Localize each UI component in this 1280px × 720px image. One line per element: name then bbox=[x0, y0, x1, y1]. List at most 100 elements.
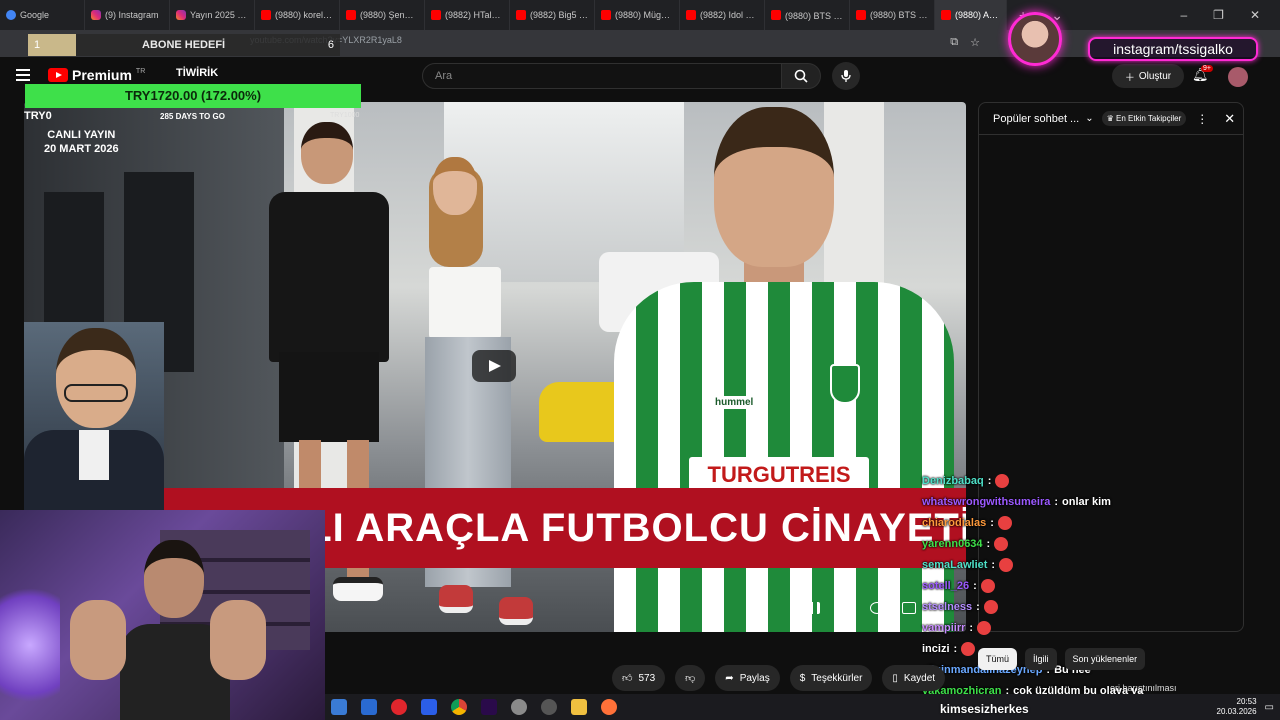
restore-icon[interactable]: ❐ bbox=[1213, 8, 1224, 22]
chat-scrollbar[interactable] bbox=[1237, 139, 1241, 629]
start-icon[interactable] bbox=[331, 699, 347, 715]
browser-tab[interactable]: (9880) Müge Ar bbox=[595, 0, 680, 30]
chat-message: whatswrongwithsumeira: onlar kim bbox=[922, 491, 1182, 512]
chat-message: sotell_26: bbox=[922, 575, 1182, 596]
browser-tab[interactable]: (9) Instagram bbox=[85, 0, 170, 30]
chat-username[interactable]: chiarodialas bbox=[922, 517, 986, 529]
app-icon[interactable] bbox=[421, 699, 437, 715]
tab-label: (9882) HTalks - bbox=[445, 10, 503, 20]
emoji-sticker-icon bbox=[997, 515, 1012, 530]
instagram-favicon-icon bbox=[91, 10, 101, 20]
share-button[interactable]: ➦ Paylaş bbox=[715, 665, 780, 691]
streamer-avatar-overlay bbox=[1008, 12, 1062, 66]
like-button[interactable]: 👍︎ 573 bbox=[612, 665, 666, 691]
thanks-button[interactable]: $ Teşekkürler bbox=[789, 665, 873, 691]
minimize-icon[interactable]: – bbox=[1180, 8, 1187, 22]
bookmark-star-icon[interactable]: ☆ bbox=[970, 36, 980, 49]
share-icon: ➦ bbox=[725, 672, 734, 684]
browser-tab[interactable]: (9880) koreli kel bbox=[255, 0, 340, 30]
search-input[interactable]: Ara bbox=[422, 63, 782, 89]
browser-tab[interactable]: (9882) Big5 Türk bbox=[510, 0, 595, 30]
browser-tab[interactable]: Yayın 2025 • Inst bbox=[170, 0, 255, 30]
chat-separator: : bbox=[973, 579, 977, 592]
app-icon[interactable] bbox=[511, 699, 527, 715]
outlook-icon[interactable] bbox=[361, 699, 377, 715]
chat-username[interactable]: sotell_26 bbox=[922, 580, 969, 592]
player-controls bbox=[810, 602, 916, 614]
chat-username[interactable]: incizi bbox=[922, 643, 950, 655]
tab-label: (9882) Big5 Türk bbox=[530, 10, 588, 20]
install-app-icon[interactable]: ⧉ bbox=[950, 36, 958, 49]
system-clock[interactable]: 20:53 20.03.2026 bbox=[1217, 697, 1257, 717]
tab-label: (9880) Şenay - I bbox=[360, 10, 418, 20]
share-label: Paylaş bbox=[739, 672, 770, 684]
chat-message: semaLawliet: bbox=[922, 554, 1182, 575]
close-window-icon[interactable]: ✕ bbox=[1250, 8, 1260, 22]
settings-gear-icon[interactable] bbox=[870, 602, 884, 614]
close-chat-icon[interactable]: ✕ bbox=[1224, 111, 1235, 127]
chevron-down-icon[interactable]: ⌄ bbox=[1085, 113, 1093, 124]
streamer-hand bbox=[210, 600, 266, 680]
tab-label: (9880) Müge Ar bbox=[615, 10, 673, 20]
browser-tab[interactable]: (9882) Idol Hou bbox=[680, 0, 765, 30]
browser-tab[interactable]: (9882) HTalks - bbox=[425, 0, 510, 30]
voice-search-button[interactable] bbox=[832, 62, 860, 90]
search-button[interactable] bbox=[781, 63, 821, 89]
video-actions: 👍︎ 573 👎︎ ➦ Paylaş $ Teşekkürler ▯ Kayde… bbox=[612, 665, 946, 691]
chat-username[interactable]: whatswrongwithsumeira bbox=[922, 496, 1050, 508]
notification-center-icon[interactable]: ▭ bbox=[1265, 702, 1274, 713]
more-options-icon[interactable]: ⋮ bbox=[1196, 112, 1208, 126]
dislike-button[interactable]: 👎︎ bbox=[675, 665, 706, 691]
chat-username[interactable]: semaLawliet bbox=[922, 559, 987, 571]
youtube-favicon-icon bbox=[856, 10, 866, 20]
youtube-favicon-icon bbox=[431, 10, 441, 20]
microphone-icon bbox=[841, 70, 851, 82]
emoji-sticker-icon bbox=[999, 557, 1014, 572]
video-play-button[interactable] bbox=[472, 350, 516, 382]
chip-recent[interactable]: Son yüklenenler bbox=[1064, 648, 1146, 670]
bookmark-icon: ▯ bbox=[892, 672, 898, 684]
system-tray: 20:53 20.03.2026 ▭ bbox=[1217, 697, 1275, 717]
browser-tab[interactable]: Google bbox=[0, 0, 85, 30]
donation-goal-label: TRY1000 bbox=[330, 112, 360, 119]
emoji-sticker-icon bbox=[980, 578, 995, 593]
account-avatar[interactable] bbox=[1228, 67, 1248, 87]
thanks-icon: $ bbox=[799, 672, 806, 684]
browser-tab[interactable]: (9880) BTS DÖN bbox=[850, 0, 935, 30]
browser-tab[interactable]: (9880) Şenay - I bbox=[340, 0, 425, 30]
youtube-favicon-icon bbox=[346, 10, 356, 20]
emoji-sticker-icon bbox=[983, 599, 998, 614]
subtitles-icon[interactable] bbox=[838, 602, 852, 614]
pause-icon[interactable] bbox=[810, 602, 820, 614]
youtube-logo[interactable]: Premium TR bbox=[48, 67, 145, 83]
subscriber-goal-bar: 1 ABONE HEDEFİ 6 bbox=[28, 34, 340, 56]
hamburger-menu-icon[interactable] bbox=[16, 69, 30, 81]
google-favicon-icon bbox=[6, 10, 16, 20]
premiere-icon[interactable] bbox=[481, 699, 497, 715]
chat-mode-title[interactable]: Popüler sohbet ... bbox=[993, 113, 1079, 125]
chrome-icon[interactable] bbox=[451, 699, 467, 715]
chat-username[interactable]: stselness bbox=[922, 601, 972, 613]
create-button[interactable]: ＋ Oluştur bbox=[1112, 64, 1184, 88]
youtube-favicon-icon bbox=[261, 10, 271, 20]
club-crest bbox=[830, 364, 860, 404]
obs-icon[interactable] bbox=[541, 699, 557, 715]
save-button[interactable]: ▯ Kaydet bbox=[882, 665, 946, 691]
recommendation-title-snippet[interactable]: eri barıştınılması bbox=[1110, 683, 1177, 693]
chip-all[interactable]: Tümü bbox=[978, 648, 1018, 670]
notification-count-badge: 9+ bbox=[1201, 65, 1213, 72]
file-explorer-icon[interactable] bbox=[571, 699, 587, 715]
chat-username[interactable]: Denizbabaq bbox=[922, 475, 984, 487]
top-fans-badge[interactable]: ♛ En Etkin Takipçiler bbox=[1101, 111, 1187, 126]
theater-mode-icon[interactable] bbox=[902, 602, 916, 614]
youtube-favicon-icon bbox=[601, 10, 611, 20]
browser-tab[interactable]: (9880) Aleyna bbox=[935, 0, 1007, 30]
firefox-icon[interactable] bbox=[601, 699, 617, 715]
chat-username[interactable]: yarenn0634 bbox=[922, 538, 983, 550]
opera-icon[interactable] bbox=[391, 699, 407, 715]
chat-message: Denizbabaq: bbox=[922, 470, 1182, 491]
chip-related[interactable]: İlgili bbox=[1025, 648, 1057, 670]
chat-username[interactable]: vampiirr bbox=[922, 622, 965, 634]
donation-progress-bar: TRY1720.00 (172.00%) bbox=[25, 84, 361, 108]
browser-tab[interactable]: (9880) BTS (방탄 bbox=[765, 0, 850, 30]
